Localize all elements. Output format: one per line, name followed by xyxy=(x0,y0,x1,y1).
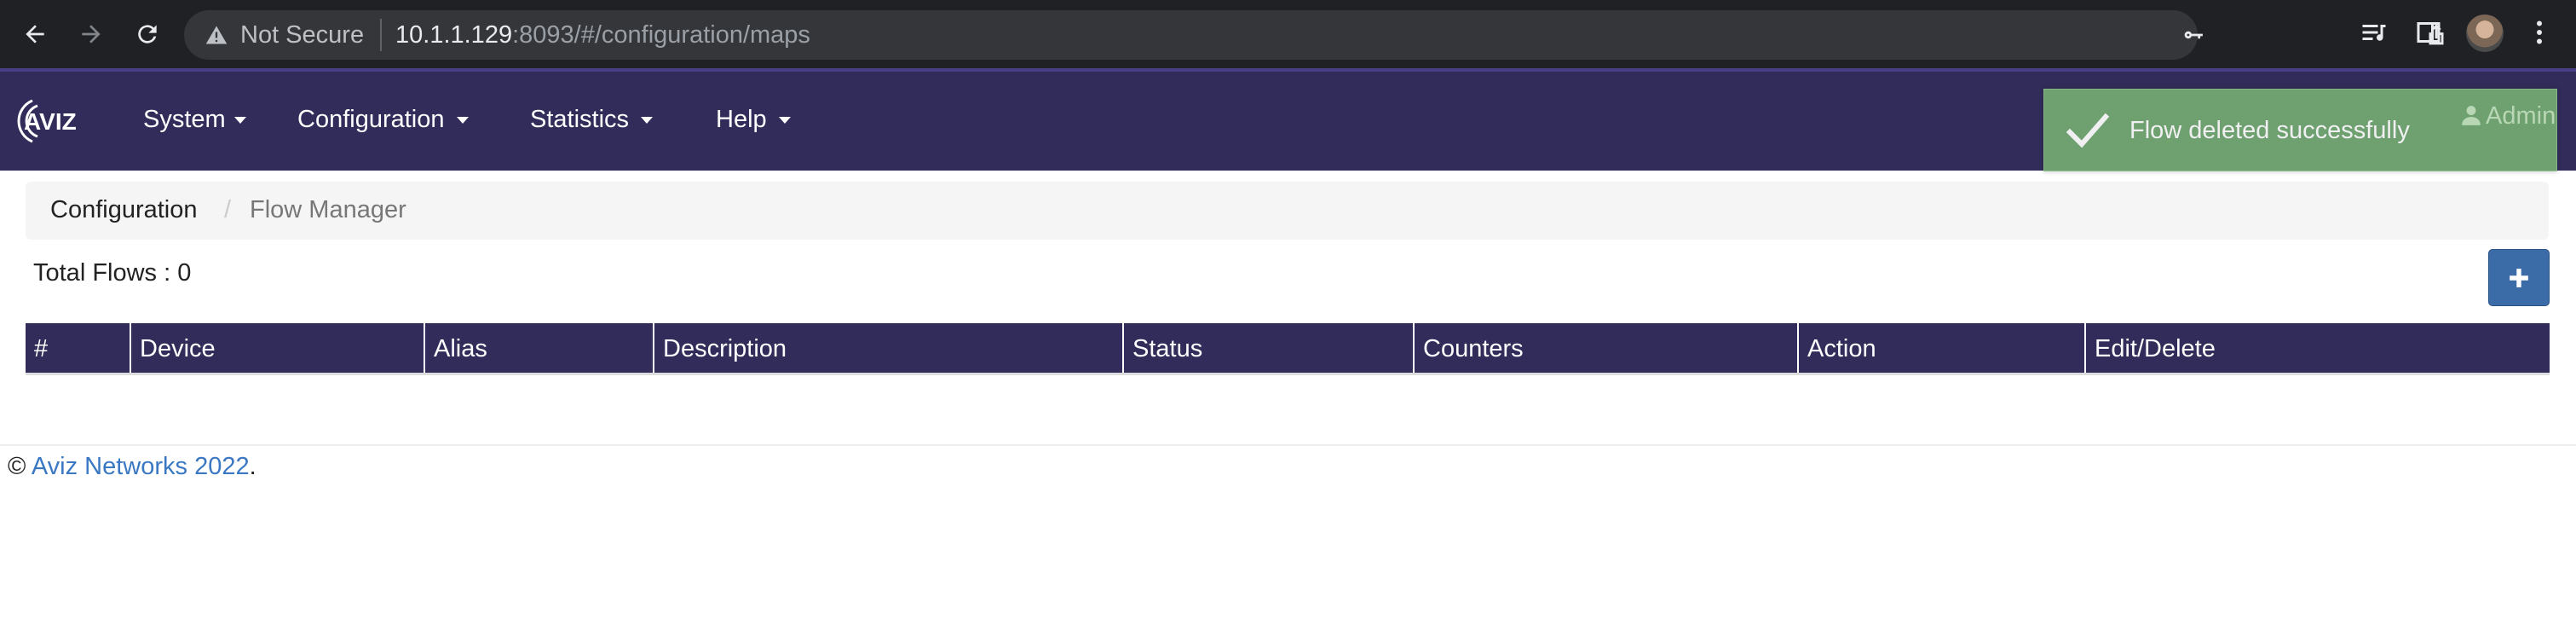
user-label: Admin xyxy=(2486,102,2556,130)
toast-message: Flow deleted successfully xyxy=(2129,117,2410,144)
column-header-action: Action xyxy=(1797,323,2084,373)
user-menu[interactable]: Admin xyxy=(2460,102,2556,130)
column-header-counters: Counters xyxy=(1413,323,1797,373)
column-header-label: Action xyxy=(1807,335,1876,362)
plus-icon xyxy=(2510,268,2528,287)
breadcrumb-item-configuration[interactable]: Configuration xyxy=(50,196,198,224)
nav-statistics[interactable]: Statistics xyxy=(530,106,654,134)
nav-help[interactable]: Help xyxy=(716,106,791,134)
copyright-symbol: © xyxy=(8,453,26,480)
warning-icon xyxy=(205,26,228,44)
browser-toolbar: Not Secure 10.1.1.129:8093/#/configurati… xyxy=(0,0,2576,68)
side-panel-icon[interactable] xyxy=(2413,17,2444,48)
column-header-edit-delete: Edit/Delete xyxy=(2084,323,2550,373)
address-separator xyxy=(380,19,382,51)
url-path: :8093/#/configuration/maps xyxy=(512,21,810,49)
footer-period: . xyxy=(249,453,256,480)
column-header-label: Device xyxy=(140,335,216,362)
more-menu-icon[interactable] xyxy=(2524,17,2555,48)
nav-statistics-label: Statistics xyxy=(530,106,630,133)
caret-down-icon xyxy=(233,117,246,125)
column-header-label: Edit/Delete xyxy=(2095,335,2216,362)
column-header-index: # xyxy=(26,323,130,373)
column-header-label: Alias xyxy=(434,335,487,362)
breadcrumb: Configuration / Flow Manager xyxy=(26,182,2549,240)
caret-down-icon xyxy=(778,117,791,125)
column-header-description: Description xyxy=(653,323,1122,373)
back-arrow-icon xyxy=(26,25,44,43)
aviz-logo[interactable]: AVIZ xyxy=(7,94,95,148)
footer: © Aviz Networks 2022. xyxy=(8,453,256,481)
back-button[interactable] xyxy=(15,14,55,54)
key-icon[interactable] xyxy=(2180,20,2209,49)
checkmark-icon xyxy=(2066,113,2109,148)
column-header-label: Description xyxy=(663,335,787,362)
url-host: 10.1.1.129 xyxy=(395,21,513,49)
caret-down-icon xyxy=(456,117,469,125)
forward-arrow-icon xyxy=(82,25,101,43)
column-header-status: Status xyxy=(1122,323,1413,373)
nav-system-label: System xyxy=(143,106,226,133)
nav-system[interactable]: System xyxy=(143,106,246,134)
url-text: 10.1.1.129:8093/#/configuration/maps xyxy=(395,21,810,49)
reload-button[interactable] xyxy=(128,14,167,54)
svg-text:AVIZ: AVIZ xyxy=(24,108,77,135)
user-icon xyxy=(2462,106,2481,125)
caret-down-icon xyxy=(641,117,654,125)
address-bar[interactable]: Not Secure 10.1.1.129:8093/#/configurati… xyxy=(184,10,2504,60)
security-label: Not Secure xyxy=(240,21,365,49)
nav-help-label: Help xyxy=(716,106,767,133)
column-header-label: Counters xyxy=(1423,335,1524,362)
footer-company-link[interactable]: Aviz Networks 2022 xyxy=(32,453,250,480)
breadcrumb-item-flow-manager: Flow Manager xyxy=(250,196,406,223)
nav-configuration-label: Configuration xyxy=(297,106,445,133)
total-flows-count: Total Flows : 0 xyxy=(33,259,192,287)
column-header-label: # xyxy=(34,335,49,362)
column-header-label: Status xyxy=(1132,335,1203,362)
flows-table: # Device Alias Description Status Counte… xyxy=(26,323,2550,375)
nav-configuration[interactable]: Configuration xyxy=(297,106,469,134)
add-flow-button[interactable] xyxy=(2488,249,2550,306)
column-header-device: Device xyxy=(130,323,424,373)
media-queue-icon[interactable] xyxy=(2359,17,2389,48)
breadcrumb-separator: / xyxy=(224,196,232,223)
reload-icon xyxy=(138,25,157,43)
profile-avatar[interactable] xyxy=(2466,14,2504,52)
footer-divider xyxy=(0,444,2576,446)
forward-button[interactable] xyxy=(72,14,111,54)
column-header-alias: Alias xyxy=(424,323,653,373)
